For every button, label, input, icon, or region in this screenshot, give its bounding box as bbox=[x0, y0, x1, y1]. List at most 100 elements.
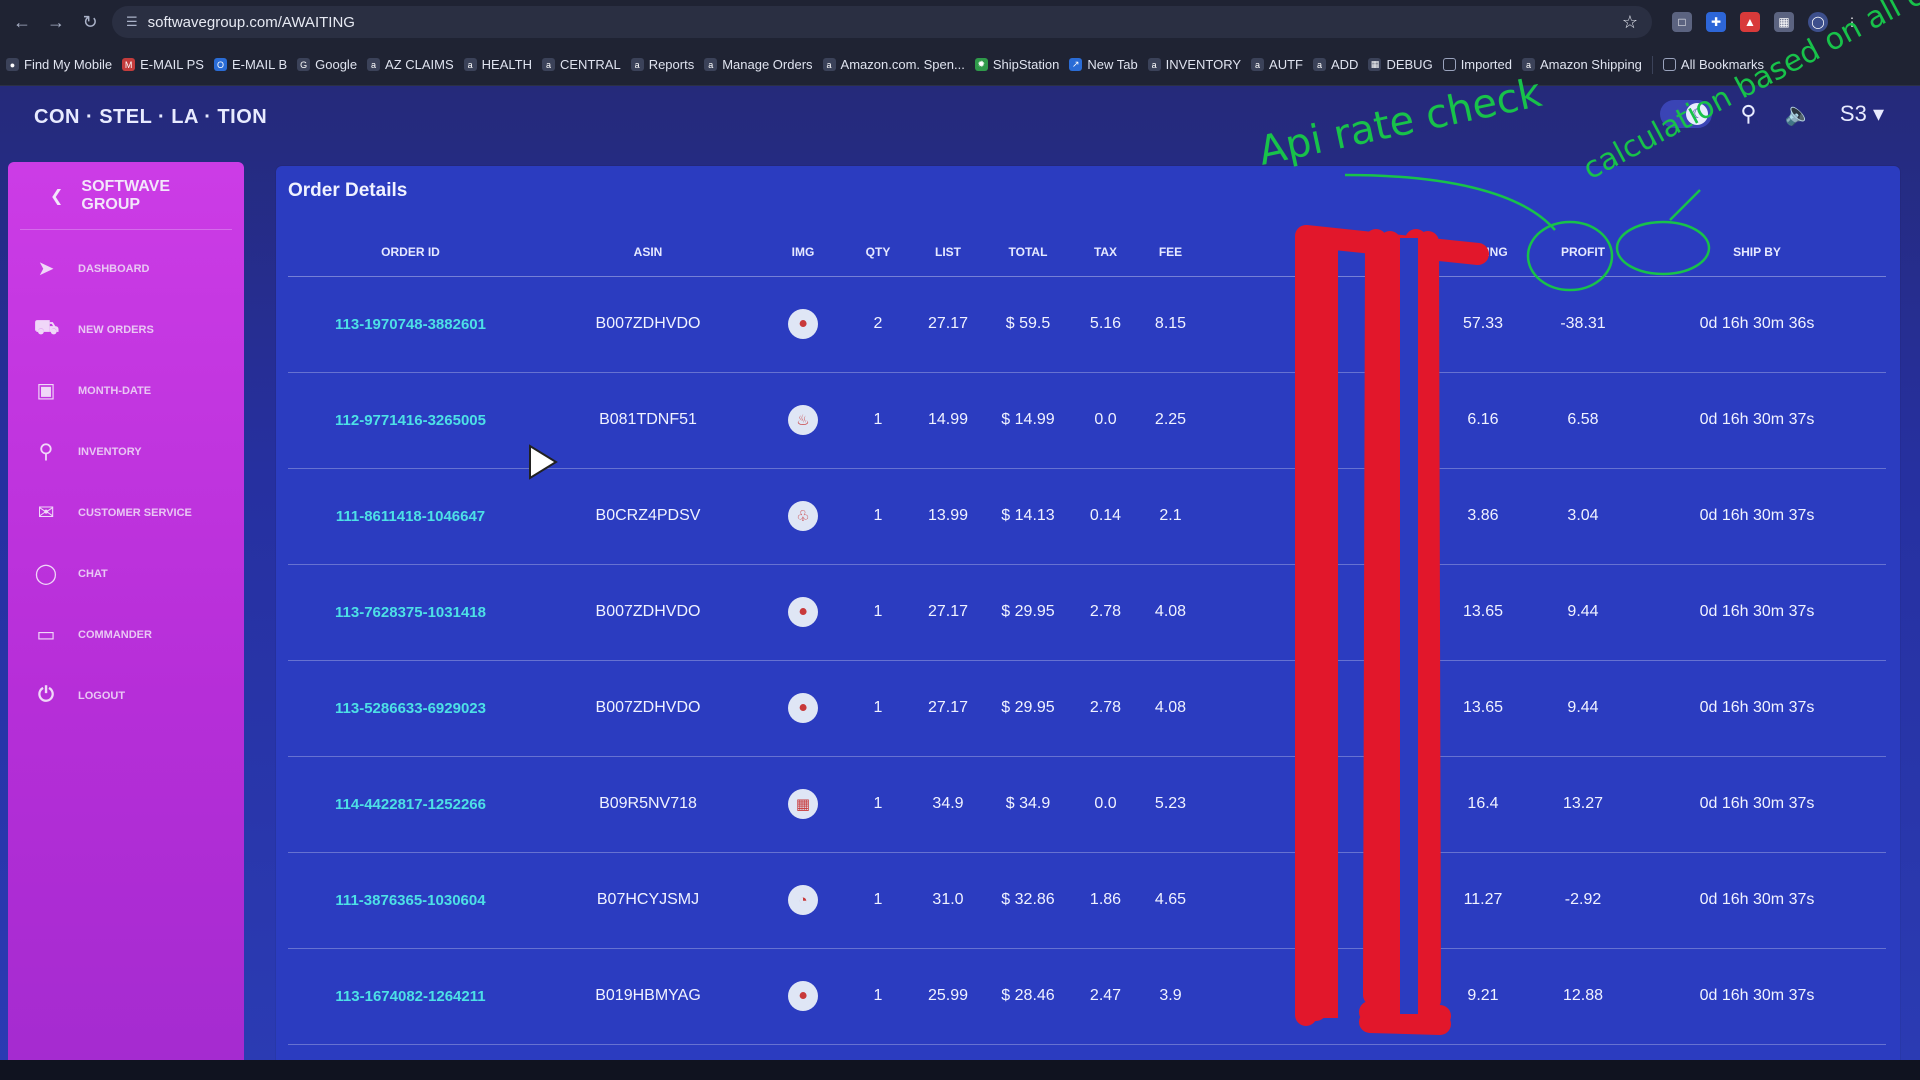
bookmark-item[interactable]: a AUTF bbox=[1251, 57, 1303, 72]
site-info-icon[interactable]: ☰ bbox=[126, 14, 138, 30]
search-icon[interactable]: ⚲ bbox=[1740, 101, 1756, 127]
profit-cell: 9.44 bbox=[1538, 660, 1628, 757]
puzzle-icon[interactable]: ▦ bbox=[1774, 12, 1794, 32]
qty-cell: 1 bbox=[843, 948, 913, 1045]
product-image[interactable]: ⚫ bbox=[763, 564, 843, 661]
sidebar-item-new-orders[interactable]: ⛟ NEW ORDERS bbox=[8, 299, 244, 360]
bookmark-item[interactable]: a INVENTORY bbox=[1147, 57, 1241, 72]
product-image[interactable]: ♧ bbox=[763, 468, 843, 565]
sidebar-item-commander[interactable]: ▭ COMMANDER bbox=[8, 604, 244, 665]
table-row[interactable]: 113-5286633-6929023 B007ZDHVDO ⚫ 1 27.17 $ 29… bbox=[288, 660, 1886, 757]
order-id-link[interactable]: 112-9771416-3265005 bbox=[288, 372, 533, 469]
bookmark-item[interactable]: a Manage Orders bbox=[704, 57, 813, 72]
asin-cell: B007ZDHVDO bbox=[533, 276, 763, 373]
chat-icon: ◯ bbox=[34, 563, 58, 585]
bookmark-item[interactable]: ▦ DEBUG bbox=[1368, 57, 1433, 72]
product-thumbnail[interactable]: ▦ bbox=[788, 789, 818, 819]
sidebar-item-customer-service[interactable]: ✉ CUSTOMER SERVICE bbox=[8, 482, 244, 543]
table-row[interactable]: 113-1970748-3882601 B007ZDHVDO ⚫ 2 27.17 $ 59… bbox=[288, 276, 1886, 373]
table-row[interactable]: 111-3876365-1030604 B07HCYJSMJ ◔ 1 31.0 $ 32.… bbox=[288, 852, 1886, 949]
bookmark-item[interactable]: G Google bbox=[297, 57, 357, 72]
product-image[interactable]: ⚫ bbox=[763, 948, 843, 1045]
profile-icon[interactable]: ◯ bbox=[1808, 12, 1828, 32]
sidebar-item-chat[interactable]: ◯ CHAT bbox=[8, 543, 244, 604]
all-bookmarks-folder[interactable]: All Bookmarks bbox=[1662, 57, 1764, 72]
order-id-link[interactable]: 113-1674082-1264211 bbox=[288, 948, 533, 1045]
extension-icon[interactable]: ✚ bbox=[1706, 12, 1726, 32]
bookmark-star-icon[interactable]: ☆ bbox=[1622, 12, 1638, 33]
address-bar[interactable]: ☰ softwavegroup.com/AWAITING ☆ bbox=[112, 6, 1652, 38]
col-header-qty[interactable]: QTY bbox=[843, 228, 913, 277]
sidebar-item-logout[interactable]: ⏻ LOGOUT bbox=[8, 665, 244, 726]
sidebar-item-dashboard[interactable]: ➤ DASHBOARD bbox=[8, 238, 244, 299]
col-header-total[interactable]: TOTAL bbox=[983, 228, 1073, 277]
order-id-link[interactable]: 113-1970748-3882601 bbox=[288, 276, 533, 373]
shipping-cell: 13.65 bbox=[1428, 564, 1538, 661]
sidebar-item-month-date[interactable]: ▣ MONTH-DATE bbox=[8, 360, 244, 421]
product-image[interactable]: ▦ bbox=[763, 756, 843, 853]
bookmark-folder[interactable]: Imported bbox=[1442, 57, 1512, 72]
bookmark-item[interactable]: a Amazon Shipping bbox=[1522, 57, 1642, 72]
back-icon[interactable]: ← bbox=[10, 10, 34, 34]
product-thumbnail[interactable]: ♧ bbox=[788, 501, 818, 531]
col-header-list[interactable]: LIST bbox=[913, 228, 983, 277]
col-header-tax[interactable]: TAX bbox=[1073, 228, 1138, 277]
product-image[interactable]: ◔ bbox=[763, 852, 843, 949]
product-thumbnail[interactable]: ♨ bbox=[788, 405, 818, 435]
order-id-link[interactable]: 111-8611418-1046647 bbox=[288, 468, 533, 565]
bookmark-item[interactable]: a AZ CLAIMS bbox=[367, 57, 454, 72]
asin-cell: B007ZDHVDO bbox=[533, 564, 763, 661]
extension-icon[interactable]: □ bbox=[1672, 12, 1692, 32]
notification-speaker-icon[interactable]: 🔈 bbox=[1785, 101, 1812, 127]
outlook-icon: O bbox=[213, 58, 227, 71]
product-image[interactable]: ⚫ bbox=[763, 276, 843, 373]
bookmark-item[interactable]: a Reports bbox=[630, 57, 694, 72]
list-price-cell: 27.17 bbox=[913, 660, 983, 757]
order-id-link[interactable]: 113-7628375-1031418 bbox=[288, 564, 533, 661]
collapse-icon[interactable]: ❮ bbox=[50, 186, 63, 206]
product-thumbnail[interactable]: ⚫ bbox=[788, 597, 818, 627]
col-header-ship-by[interactable]: SHIP BY bbox=[1628, 228, 1886, 277]
bookmark-item[interactable]: ↗ New Tab bbox=[1069, 57, 1138, 72]
col-header-fee[interactable]: FEE bbox=[1138, 228, 1203, 277]
table-row[interactable]: 112-9771416-3265005 B081TDNF51 ♨ 1 14.99 $ 14… bbox=[288, 372, 1886, 469]
product-thumbnail[interactable]: ⚫ bbox=[788, 981, 818, 1011]
table-row[interactable]: 111-8611418-1046647 B0CRZ4PDSV ♧ 1 13.99 $ 14… bbox=[288, 468, 1886, 565]
bookmark-item[interactable]: O E-MAIL B bbox=[213, 57, 287, 72]
bookmark-item[interactable]: ● Find My Mobile bbox=[6, 57, 112, 72]
col-header-asin[interactable]: ASIN bbox=[533, 228, 763, 277]
user-menu[interactable]: S3 ▾ bbox=[1840, 101, 1884, 127]
amazon-icon: a bbox=[1147, 58, 1161, 71]
table-row[interactable]: 114-4422817-1252266 B09R5NV718 ▦ 1 34.9 $ 34.… bbox=[288, 756, 1886, 853]
dark-mode-toggle[interactable]: ☾ bbox=[1660, 100, 1713, 128]
shipping-cell: 16.4 bbox=[1428, 756, 1538, 853]
url-text[interactable]: softwavegroup.com/AWAITING bbox=[148, 14, 1612, 31]
list-price-cell: 13.99 bbox=[913, 468, 983, 565]
bookmark-item[interactable]: a ADD bbox=[1313, 57, 1358, 72]
truck-icon: ⛟ bbox=[34, 317, 60, 339]
order-id-link[interactable]: 111-3876365-1030604 bbox=[288, 852, 533, 949]
kebab-menu-icon[interactable]: ⋮ bbox=[1842, 12, 1862, 32]
forward-icon[interactable]: → bbox=[44, 10, 68, 34]
bookmark-item[interactable]: M E-MAIL PS bbox=[122, 57, 204, 72]
product-thumbnail[interactable]: ⚫ bbox=[788, 309, 818, 339]
table-row[interactable]: 113-1674082-1264211 B019HBMYAG ⚫ 1 25.99 $ 28… bbox=[288, 948, 1886, 1045]
product-thumbnail[interactable]: ⚫ bbox=[788, 693, 818, 723]
col-header-profit[interactable]: PROFIT bbox=[1538, 228, 1628, 277]
total-cell: $ 14.13 bbox=[983, 468, 1073, 565]
col-header-shipping[interactable]: SHIPING bbox=[1428, 228, 1538, 277]
bookmark-item[interactable]: a Amazon.com. Spen... bbox=[822, 57, 965, 72]
order-id-link[interactable]: 114-4422817-1252266 bbox=[288, 756, 533, 853]
extension-icon[interactable]: ▲ bbox=[1740, 12, 1760, 32]
product-image[interactable]: ⚫ bbox=[763, 660, 843, 757]
order-id-link[interactable]: 113-5286633-6929023 bbox=[288, 660, 533, 757]
table-row[interactable]: 113-7628375-1031418 B007ZDHVDO ⚫ 1 27.17 $ 29… bbox=[288, 564, 1886, 661]
sidebar-item-inventory[interactable]: ⚲ INVENTORY bbox=[8, 421, 244, 482]
product-image[interactable]: ♨ bbox=[763, 372, 843, 469]
bookmark-item[interactable]: a CENTRAL bbox=[542, 57, 621, 72]
bookmark-item[interactable]: a HEALTH bbox=[463, 57, 532, 72]
reload-icon[interactable]: ↻ bbox=[78, 10, 102, 34]
bookmark-item[interactable]: ✹ ShipStation bbox=[974, 57, 1059, 72]
col-header-order-id[interactable]: ORDER ID bbox=[288, 228, 533, 277]
product-thumbnail[interactable]: ◔ bbox=[788, 885, 818, 915]
